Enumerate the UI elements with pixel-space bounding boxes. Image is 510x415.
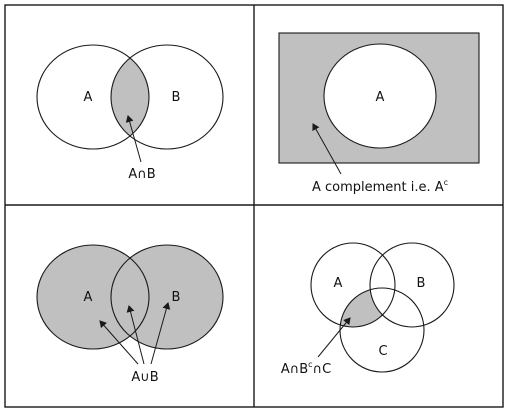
triple-caption: A∩Bc∩C <box>281 360 331 377</box>
set-a-label: A <box>84 290 93 305</box>
set-a-label: A <box>334 276 343 291</box>
panel-complement: A A complement i.e. Ac <box>278 32 480 195</box>
set-c-label: C <box>378 344 387 359</box>
intersection-caption: A∩B <box>128 167 155 182</box>
panel-intersection: A B A∩B <box>36 44 224 182</box>
complement-caption-superscript: c <box>444 178 448 187</box>
panel-triple: A B C A∩Bc∩C <box>281 242 455 377</box>
union-caption: A∪B <box>131 370 158 385</box>
set-b-label: B <box>172 290 181 305</box>
set-b-label: B <box>172 90 181 105</box>
complement-caption: A complement i.e. Ac <box>312 178 448 195</box>
set-b-label: B <box>417 276 426 291</box>
triple-caption-part2: ∩C <box>313 362 332 377</box>
set-a-label: A <box>84 90 93 105</box>
triple-caption-part1: A∩B <box>281 362 308 377</box>
panel-union: A B A∪B <box>36 244 224 385</box>
venn-diagrams-figure: A B A∩B A A complement i.e. Ac A B A∪B A… <box>4 4 504 408</box>
set-a-label: A <box>376 90 385 105</box>
complement-caption-text: A complement i.e. A <box>312 180 444 195</box>
